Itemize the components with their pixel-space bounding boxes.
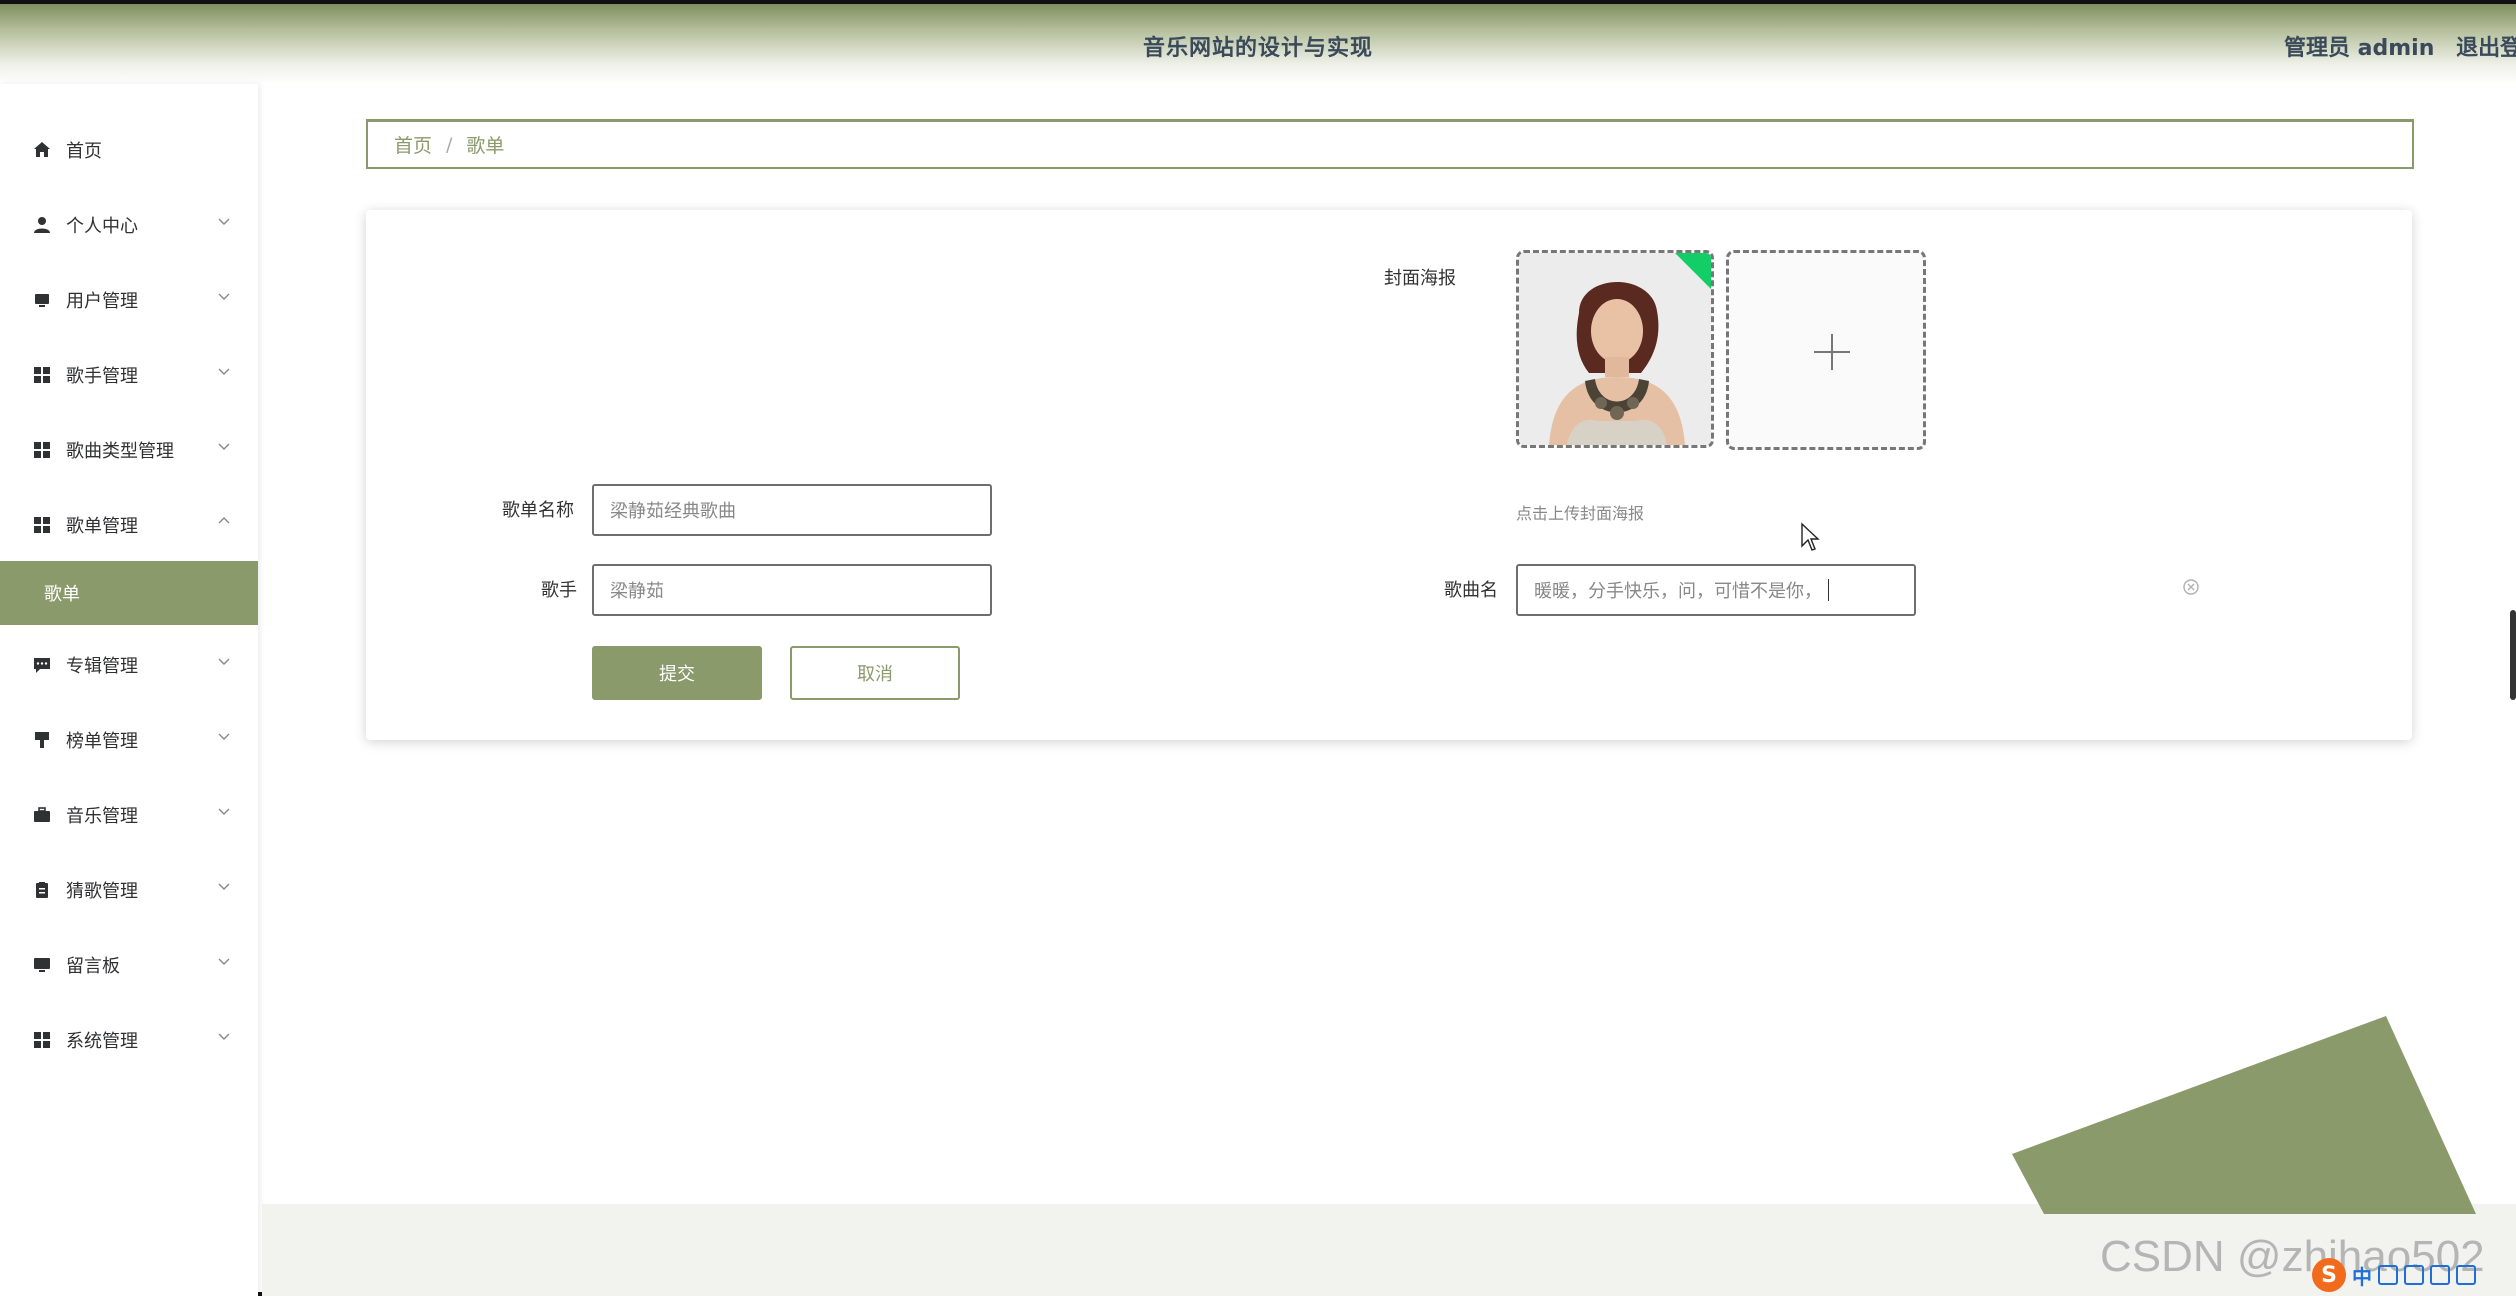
sidebar-item-music[interactable]: 音乐管理 bbox=[0, 785, 258, 845]
sidebar-subitem-playlist[interactable]: 歌单 bbox=[0, 561, 258, 625]
briefcase-icon bbox=[32, 805, 52, 825]
song-name-input[interactable]: 暖暖，分手快乐，问，可惜不是你， bbox=[1516, 564, 1916, 616]
breadcrumb-separator: / bbox=[446, 133, 453, 156]
playlist-name-input[interactable]: 梁静茹经典歌曲 bbox=[592, 484, 992, 536]
sidebar-item-label: 留言板 bbox=[66, 956, 120, 977]
sidebar-item-playlists[interactable]: 歌单管理 bbox=[0, 495, 258, 555]
chevron-down-icon bbox=[218, 443, 230, 450]
chevron-down-icon bbox=[218, 293, 230, 300]
sidebar-item-albums[interactable]: 专辑管理 bbox=[0, 635, 258, 695]
sidebar-item-guess[interactable]: 猜歌管理 bbox=[0, 860, 258, 920]
poster-thumbnail[interactable] bbox=[1516, 250, 1714, 448]
sidebar-item-users[interactable]: 用户管理 bbox=[0, 270, 258, 330]
chevron-down-icon bbox=[218, 368, 230, 375]
logout-link[interactable]: 退出登录 bbox=[2456, 36, 2516, 61]
poster-label: 封面海报 bbox=[1384, 268, 1456, 289]
sidebar-item-label: 个人中心 bbox=[66, 216, 138, 237]
brush-icon bbox=[32, 730, 52, 750]
playlist-form-card: 封面海报 点击上传封面海报 歌单名称 梁静茹经典歌曲 歌手 梁静茹 歌曲名 暖暖… bbox=[366, 210, 2412, 740]
sidebar-item-profile[interactable]: 个人中心 bbox=[0, 195, 258, 255]
sidebar-item-messages[interactable]: 留言板 bbox=[0, 935, 258, 995]
sidebar: 首页 个人中心 用户管理 歌手管理 歌曲类型管理 歌单管理 歌单 专辑管理 榜单… bbox=[0, 84, 258, 1296]
poster-image bbox=[1519, 253, 1711, 445]
playlist-name-label: 歌单名称 bbox=[502, 500, 574, 521]
chat-icon bbox=[32, 655, 52, 675]
sidebar-item-label: 歌曲类型管理 bbox=[66, 441, 174, 462]
sidebar-item-label: 音乐管理 bbox=[66, 806, 138, 827]
singer-value: 梁静茹 bbox=[610, 581, 664, 602]
chevron-down-icon bbox=[218, 958, 230, 965]
grid-icon bbox=[32, 515, 52, 535]
singer-input[interactable]: 梁静茹 bbox=[592, 564, 992, 616]
sidebar-item-label: 专辑管理 bbox=[66, 656, 138, 677]
monitor-icon bbox=[32, 955, 52, 975]
breadcrumb: 首页 / 歌单 bbox=[366, 119, 2414, 169]
ime-logo-icon: S bbox=[2312, 1258, 2346, 1292]
sidebar-item-label: 歌单管理 bbox=[66, 516, 138, 537]
song-name-label: 歌曲名 bbox=[1444, 580, 1498, 601]
chevron-down-icon bbox=[218, 218, 230, 225]
user-icon bbox=[32, 215, 52, 235]
ime-toolbar[interactable]: S 中 bbox=[2312, 1254, 2516, 1296]
ime-punctuation-icon[interactable] bbox=[2378, 1265, 2398, 1285]
top-header: 音乐网站的设计与实现 管理员 admin 退出登录 bbox=[0, 4, 2516, 84]
monitor-icon bbox=[32, 290, 52, 310]
clipboard-icon bbox=[32, 880, 52, 900]
sidebar-item-label: 榜单管理 bbox=[66, 731, 138, 752]
grid-icon bbox=[32, 1030, 52, 1050]
sidebar-item-label: 歌手管理 bbox=[66, 366, 138, 387]
ime-mic-icon[interactable] bbox=[2404, 1265, 2424, 1285]
poster-upload-hint: 点击上传封面海报 bbox=[1516, 504, 1645, 523]
chevron-up-icon bbox=[218, 517, 230, 524]
sidebar-item-label: 用户管理 bbox=[66, 291, 138, 312]
sidebar-item-charts[interactable]: 榜单管理 bbox=[0, 710, 258, 770]
breadcrumb-home-link[interactable]: 首页 bbox=[394, 131, 432, 158]
site-title: 音乐网站的设计与实现 bbox=[1142, 36, 1373, 61]
chevron-down-icon bbox=[218, 808, 230, 815]
chevron-down-icon bbox=[218, 658, 230, 665]
mouse-cursor-icon bbox=[1801, 522, 1820, 551]
song-name-value: 暖暖，分手快乐，问，可惜不是你， bbox=[1534, 581, 1822, 602]
chevron-down-icon bbox=[218, 883, 230, 890]
home-icon bbox=[32, 140, 52, 160]
sidebar-item-home[interactable]: 首页 bbox=[0, 120, 258, 180]
text-caret bbox=[1828, 579, 1829, 601]
singer-label: 歌手 bbox=[541, 580, 577, 601]
breadcrumb-current: 歌单 bbox=[466, 135, 505, 157]
submit-button[interactable]: 提交 bbox=[592, 646, 762, 700]
sidebar-item-label: 系统管理 bbox=[66, 1031, 138, 1052]
grid-icon bbox=[32, 365, 52, 385]
ime-language-label[interactable]: 中 bbox=[2352, 1261, 2372, 1290]
sidebar-item-label: 首页 bbox=[66, 141, 102, 162]
sidebar-item-system[interactable]: 系统管理 bbox=[0, 1010, 258, 1070]
grid-icon bbox=[32, 440, 52, 460]
chevron-down-icon bbox=[218, 1033, 230, 1040]
cancel-button[interactable]: 取消 bbox=[790, 646, 960, 700]
upload-success-badge bbox=[1673, 253, 1711, 291]
ime-toolbox-icon[interactable] bbox=[2456, 1265, 2476, 1285]
playlist-name-value: 梁静茹经典歌曲 bbox=[610, 501, 736, 522]
ime-keyboard-icon[interactable] bbox=[2430, 1265, 2450, 1285]
sidebar-subitem-label: 歌单 bbox=[44, 584, 80, 605]
scrollbar-handle[interactable] bbox=[2510, 610, 2516, 700]
chevron-down-icon bbox=[218, 733, 230, 740]
sidebar-item-label: 猜歌管理 bbox=[66, 881, 138, 902]
decorative-shape bbox=[2012, 1016, 2476, 1214]
clear-icon[interactable] bbox=[2182, 578, 2200, 596]
user-area: 管理员 admin 退出登录 bbox=[2284, 30, 2516, 62]
sidebar-item-singers[interactable]: 歌手管理 bbox=[0, 345, 258, 405]
poster-upload-button[interactable] bbox=[1726, 250, 1926, 450]
admin-user-label[interactable]: 管理员 admin bbox=[2284, 36, 2434, 61]
sidebar-item-song-types[interactable]: 歌曲类型管理 bbox=[0, 420, 258, 480]
